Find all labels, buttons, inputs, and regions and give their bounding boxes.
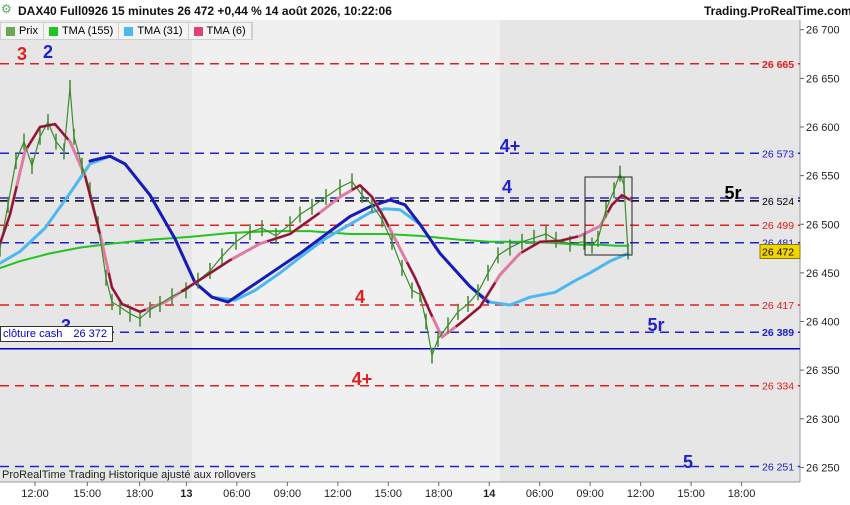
level-value-label: 26 573 [762, 148, 794, 160]
x-tick-label: 06:00 [223, 488, 251, 500]
y-tick-label: 26 400 [806, 317, 840, 329]
legend-label: Prix [19, 25, 38, 37]
settings-icon[interactable]: ⚙ [1, 2, 12, 16]
x-tick-label: 18:00 [728, 488, 756, 500]
level-annotation: 5r [647, 315, 664, 335]
x-tick-label: 15:00 [677, 488, 705, 500]
y-tick-label: 26 350 [806, 365, 840, 377]
close-cash-text: clôture cash [3, 328, 63, 340]
level-annotation: 3 [17, 44, 27, 64]
y-tick-label: 26 700 [806, 25, 840, 37]
level-value-label: 26 389 [762, 327, 794, 339]
chart-title: DAX40 Full0926 15 minutes 26 472 +0,44 %… [18, 4, 392, 18]
footer-note: ProRealTime Trading Historique ajusté au… [2, 469, 256, 481]
y-tick-label: 26 550 [806, 171, 840, 183]
site-label[interactable]: Trading.ProRealTime.com [704, 4, 850, 18]
close-cash-value: 26 372 [73, 328, 108, 340]
price-chart[interactable]: 324+45r435r4+5 26 25026 30026 35026 4002… [0, 0, 850, 500]
level-annotation: 4+ [352, 369, 373, 389]
x-tick-label: 15:00 [74, 488, 102, 500]
x-tick-label: 15:00 [375, 488, 403, 500]
level-annotation: 4 [502, 177, 512, 197]
level-value-label: 26 251 [762, 461, 794, 473]
tma31-swatch-icon [124, 26, 134, 36]
legend-item-tma31[interactable]: TMA (31) [119, 23, 189, 39]
last-price-label: 26 472 [762, 246, 794, 258]
x-tick-label: 13 [180, 488, 192, 500]
level-value-label: 26 665 [762, 59, 794, 71]
level-value-label: 26 499 [762, 220, 794, 232]
legend-item-tma155[interactable]: TMA (155) [44, 23, 120, 39]
legend: Prix TMA (155) TMA (31) TMA (6) [0, 22, 253, 40]
price-swatch-icon [6, 26, 15, 36]
tma6-swatch-icon [193, 26, 203, 36]
session-shade [192, 20, 500, 482]
level-value-label: 26 417 [762, 300, 794, 312]
level-annotation: 4+ [500, 136, 521, 156]
x-tick-label: 12:00 [324, 488, 352, 500]
x-tick-label: 12:00 [627, 488, 655, 500]
x-tick-label: 09:00 [576, 488, 604, 500]
level-annotation: 5 [683, 452, 693, 472]
level-annotation: 2 [43, 42, 53, 62]
x-tick-label: 12:00 [21, 488, 49, 500]
legend-label: TMA (6) [206, 25, 246, 37]
level-value-label: 26 334 [762, 381, 794, 393]
level-value-label: 26 524 [762, 196, 794, 208]
level-annotation: 4 [355, 287, 365, 307]
chart-canvas[interactable]: 324+45r435r4+5 26 25026 30026 35026 4002… [0, 0, 850, 500]
y-tick-label: 26 250 [806, 462, 840, 474]
legend-label: TMA (155) [61, 25, 114, 37]
y-tick-label: 26 300 [806, 414, 840, 426]
x-tick-label: 09:00 [274, 488, 302, 500]
y-tick-label: 26 650 [806, 73, 840, 85]
legend-label: TMA (31) [137, 25, 183, 37]
x-tick-label: 14 [483, 488, 496, 500]
legend-item-price[interactable]: Prix [1, 23, 44, 39]
x-tick-label: 06:00 [526, 488, 554, 500]
tma155-swatch-icon [48, 26, 58, 36]
level-annotation: 5r [724, 183, 741, 203]
x-tick-label: 18:00 [126, 488, 154, 500]
y-tick-label: 26 450 [806, 268, 840, 280]
y-tick-label: 26 500 [806, 219, 840, 231]
x-tick-label: 18:00 [425, 488, 453, 500]
close-cash-label: clôture cash 26 372 [0, 326, 113, 342]
legend-item-tma6[interactable]: TMA (6) [189, 23, 252, 39]
y-tick-label: 26 600 [806, 122, 840, 134]
